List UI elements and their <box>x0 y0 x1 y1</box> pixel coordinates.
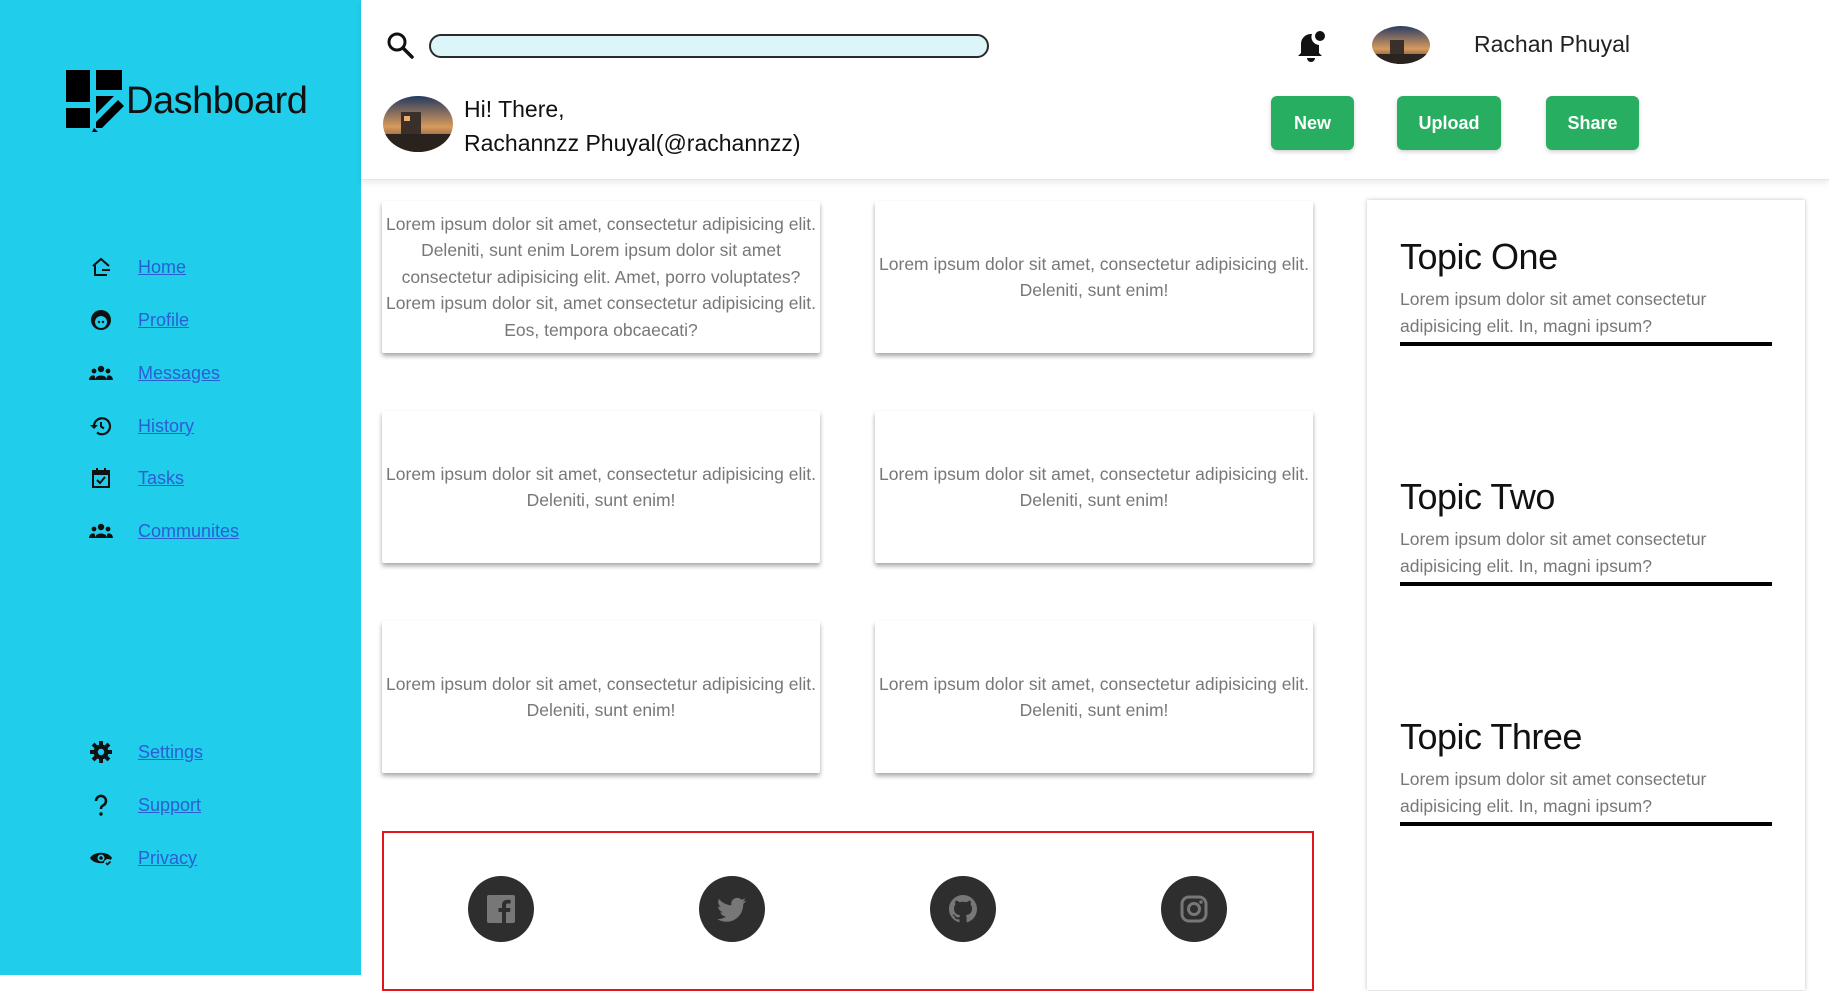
profile-icon <box>86 307 116 333</box>
topic-text: Lorem ipsum dolor sit amet consectetur a… <box>1400 769 1707 816</box>
topic-title: Topic Two <box>1400 476 1555 517</box>
topic-card: Topic Three Lorem ipsum dolor sit amet c… <box>1400 716 1772 826</box>
sidebar-item-label: Communites <box>138 520 240 541</box>
home-icon <box>86 254 116 280</box>
topic-title: Topic Three <box>1400 716 1582 757</box>
sidebar-item-label: Messages <box>138 362 221 383</box>
search-icon[interactable] <box>385 30 415 60</box>
instagram-link[interactable] <box>1161 876 1227 942</box>
sidebar: Dashboard Home Profile Messages History … <box>0 0 361 975</box>
sidebar-item-settings[interactable]: Settings <box>86 737 203 767</box>
tasks-icon <box>86 465 116 491</box>
greeting-handle: Rachannzz Phuyal(@rachannzz) <box>464 130 801 156</box>
sidebar-item-privacy[interactable]: Privacy <box>86 843 197 873</box>
twitter-icon <box>717 897 746 922</box>
content-card: Lorem ipsum dolor sit amet, consectetur … <box>382 411 820 563</box>
topics-panel: Topic One Lorem ipsum dolor sit amet con… <box>1367 200 1805 990</box>
sidebar-item-support[interactable]: Support <box>86 790 201 820</box>
privacy-icon <box>86 845 116 871</box>
content-card: Lorem ipsum dolor sit amet, consectetur … <box>875 411 1313 563</box>
brand[interactable]: Dashboard <box>66 70 308 132</box>
sidebar-item-communities[interactable]: Communites <box>86 516 239 546</box>
dashboard-logo-icon <box>66 70 124 132</box>
settings-icon <box>86 739 116 765</box>
sidebar-item-label: Settings <box>138 741 204 762</box>
history-icon <box>86 413 116 439</box>
github-icon <box>949 895 977 923</box>
profile-avatar[interactable] <box>383 96 453 152</box>
sidebar-item-profile[interactable]: Profile <box>86 305 189 335</box>
support-icon <box>86 792 116 818</box>
sidebar-item-home[interactable]: Home <box>86 252 186 282</box>
sidebar-item-label: Profile <box>138 309 190 330</box>
sidebar-item-label: Home <box>138 256 187 277</box>
topic-text: Lorem ipsum dolor sit amet consectetur a… <box>1400 289 1707 336</box>
sidebar-item-label: Privacy <box>138 847 198 868</box>
sidebar-item-tasks[interactable]: Tasks <box>86 463 184 493</box>
new-button[interactable]: New <box>1271 96 1354 150</box>
sidebar-item-label: Support <box>138 794 202 815</box>
sidebar-item-history[interactable]: History <box>86 411 194 441</box>
upload-button[interactable]: Upload <box>1397 96 1501 150</box>
sidebar-item-label: Tasks <box>138 467 185 488</box>
content-card: Lorem ipsum dolor sit amet, consectetur … <box>875 621 1313 773</box>
search-input[interactable] <box>429 34 989 58</box>
facebook-icon <box>487 895 515 923</box>
communities-icon <box>86 518 116 544</box>
content-card: Lorem ipsum dolor sit amet, consectetur … <box>875 201 1313 353</box>
topic-title: Topic One <box>1400 236 1558 277</box>
user-avatar[interactable] <box>1372 26 1430 64</box>
github-link[interactable] <box>930 876 996 942</box>
share-button[interactable]: Share <box>1546 96 1639 150</box>
notification-bell-icon[interactable] <box>1295 28 1327 62</box>
user-name[interactable]: Rachan Phuyal <box>1474 31 1630 58</box>
content-card: Lorem ipsum dolor sit amet, consectetur … <box>382 201 820 353</box>
topic-text: Lorem ipsum dolor sit amet consectetur a… <box>1400 529 1707 576</box>
brand-title: Dashboard <box>126 79 308 122</box>
topic-card: Topic Two Lorem ipsum dolor sit amet con… <box>1400 476 1772 586</box>
facebook-link[interactable] <box>468 876 534 942</box>
messages-icon <box>86 360 116 386</box>
topic-card: Topic One Lorem ipsum dolor sit amet con… <box>1400 236 1772 346</box>
sidebar-item-messages[interactable]: Messages <box>86 358 220 388</box>
social-links <box>382 831 1314 991</box>
content-card: Lorem ipsum dolor sit amet, consectetur … <box>382 621 820 773</box>
twitter-link[interactable] <box>699 876 765 942</box>
greeting-line: Hi! There, <box>464 96 565 122</box>
instagram-icon <box>1180 895 1208 923</box>
sidebar-item-label: History <box>138 415 195 436</box>
greeting: Hi! There, Rachannzz Phuyal(@rachannzz) <box>464 92 801 160</box>
header: Rachan Phuyal Hi! There, Rachannzz Phuya… <box>361 0 1829 180</box>
